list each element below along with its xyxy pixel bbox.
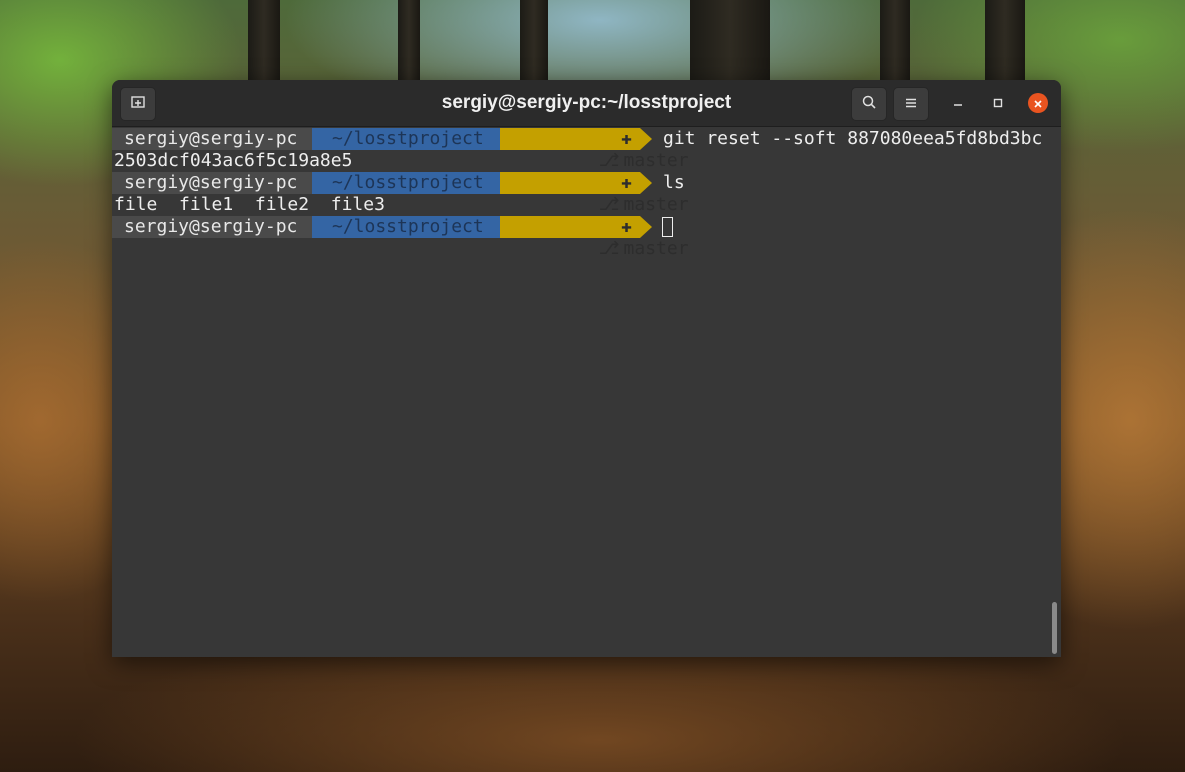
prompt-user: sergiy@sergiy-pc: [112, 216, 312, 238]
search-button[interactable]: [851, 87, 887, 121]
prompt-path: ~/losstproject: [312, 128, 500, 150]
search-icon: [861, 94, 877, 114]
menu-button[interactable]: [893, 87, 929, 121]
wallpaper-trunk: [985, 0, 1025, 90]
wallpaper-trunk: [520, 0, 548, 90]
git-staged-icon: ✚: [621, 128, 632, 149]
terminal-window: sergiy@sergiy-pc:~/losstproject sergiy@s…: [112, 80, 1061, 657]
close-icon: [1033, 94, 1043, 113]
git-branch-icon: ⎇: [598, 238, 620, 259]
text-cursor: [662, 217, 673, 237]
terminal-output[interactable]: sergiy@sergiy-pc ~/losstproject ⎇ master…: [112, 127, 1061, 657]
prompt-user: sergiy@sergiy-pc: [112, 172, 312, 194]
git-staged-icon: ✚: [621, 216, 632, 237]
minimize-icon: [952, 94, 964, 113]
git-branch-icon: ⎇: [598, 194, 620, 215]
command-text: git reset --soft 887080eea5fd8bd3bc: [663, 128, 1043, 149]
prompt-separator: [640, 172, 652, 194]
prompt-separator: [640, 128, 652, 150]
prompt-branch: master: [623, 150, 689, 171]
maximize-icon: [992, 94, 1004, 113]
prompt-line: sergiy@sergiy-pc ~/losstproject ⎇ master…: [112, 216, 1061, 259]
prompt-branch: master: [623, 238, 689, 259]
prompt-git-segment: ⎇ master ✚: [500, 216, 689, 259]
prompt-branch: master: [623, 194, 689, 215]
wallpaper-trunk: [880, 0, 910, 90]
output-line: 2503dcf043ac6f5c19a8e5: [114, 150, 353, 171]
maximize-button[interactable]: [988, 93, 1008, 113]
minimize-button[interactable]: [948, 93, 968, 113]
wallpaper-trunk: [398, 0, 420, 90]
git-staged-icon: ✚: [621, 172, 632, 193]
command-text: ls: [663, 172, 685, 193]
prompt-user: sergiy@sergiy-pc: [112, 128, 312, 150]
output-line: file file1 file2 file3: [114, 194, 385, 215]
prompt-line: sergiy@sergiy-pc ~/losstproject ⎇ master…: [112, 128, 1061, 171]
prompt-separator: [640, 216, 652, 238]
close-button[interactable]: [1028, 93, 1048, 113]
wallpaper-trunk: [248, 0, 280, 90]
scrollbar-thumb[interactable]: [1052, 602, 1057, 654]
prompt-path: ~/losstproject: [312, 216, 500, 238]
prompt-git-segment: ⎇ master ✚: [500, 172, 689, 215]
wallpaper-trunk: [690, 0, 770, 90]
prompt-line: sergiy@sergiy-pc ~/losstproject ⎇ master…: [112, 172, 1061, 215]
title-bar[interactable]: sergiy@sergiy-pc:~/losstproject: [112, 80, 1061, 127]
git-branch-icon: ⎇: [598, 150, 620, 171]
prompt-path: ~/losstproject: [312, 172, 500, 194]
hamburger-menu-icon: [904, 95, 918, 114]
prompt-git-segment: ⎇ master ✚: [500, 128, 689, 171]
